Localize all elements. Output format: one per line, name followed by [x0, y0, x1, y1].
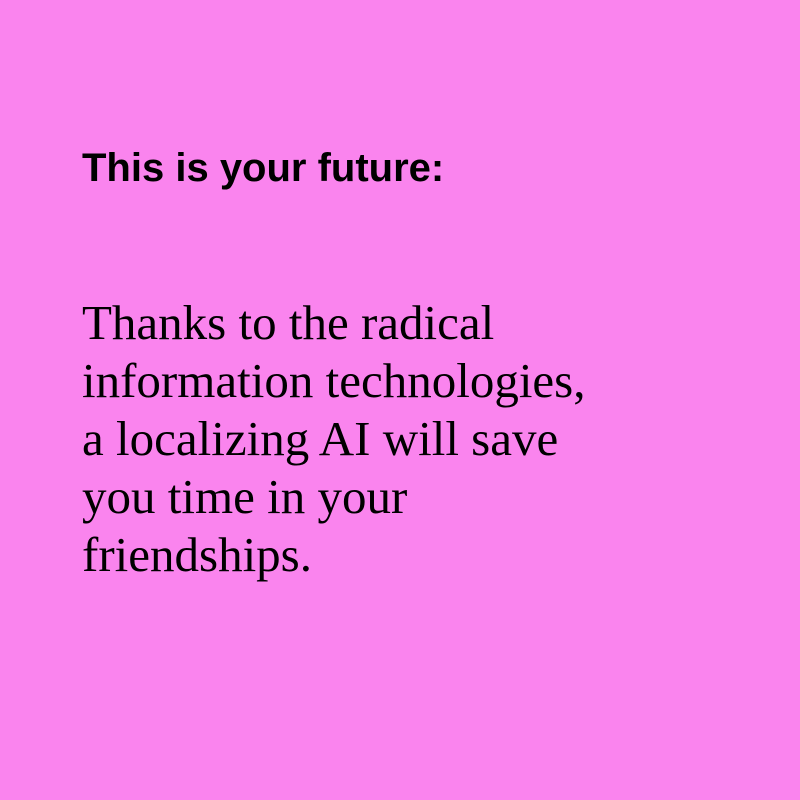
- body-line: a localizing AI will save: [82, 411, 559, 466]
- body-line: friendships.: [82, 527, 312, 582]
- slide: { "colors": { "background": "#fa84ee", "…: [0, 0, 800, 800]
- slide-heading: This is your future:: [82, 146, 445, 190]
- body-line: Thanks to the radical: [82, 295, 495, 350]
- body-line: you time in your: [82, 469, 408, 524]
- slide-body-text: Thanks to the radical information techno…: [82, 294, 586, 584]
- body-line: information technologies,: [82, 353, 586, 408]
